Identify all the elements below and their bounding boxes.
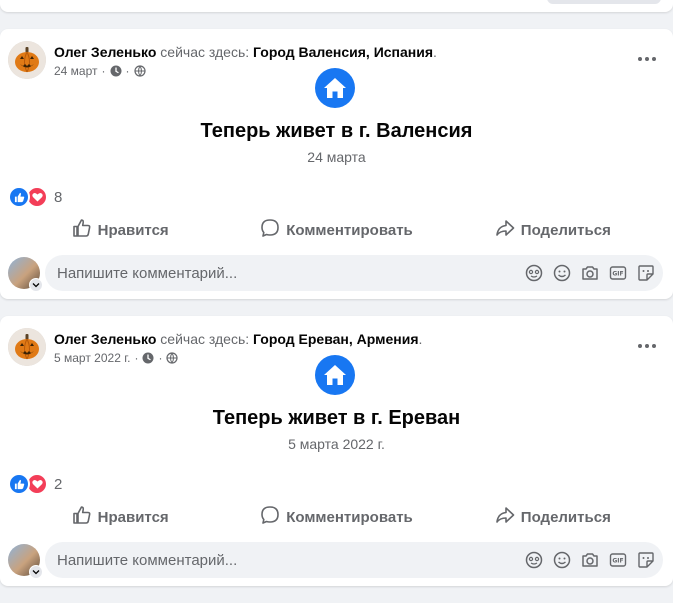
home-icon xyxy=(315,68,355,108)
like-reaction-icon xyxy=(8,186,30,208)
svg-text:GIF: GIF xyxy=(612,271,623,278)
comment-bubble-icon xyxy=(260,218,280,242)
sticker-icon[interactable] xyxy=(635,549,657,571)
share-button[interactable]: Поделиться xyxy=(445,502,661,532)
place-end: . xyxy=(418,331,423,347)
svg-text:GIF: GIF xyxy=(612,558,623,565)
clock-icon xyxy=(142,352,154,364)
post-meta: 24 март · · xyxy=(54,63,146,79)
comment-label: Комментировать xyxy=(286,221,413,239)
emoji-icon[interactable] xyxy=(551,262,573,284)
reaction-count[interactable]: 2 xyxy=(54,476,62,493)
avatar-sticker-icon[interactable] xyxy=(523,262,545,284)
gif-icon[interactable]: GIF xyxy=(607,262,629,284)
like-label: Нравится xyxy=(97,221,169,239)
globe-icon[interactable] xyxy=(133,65,146,77)
life-event-title: Теперь живет в г. Валенсия xyxy=(200,120,473,142)
share-label: Поделиться xyxy=(520,221,611,239)
life-event-date: 24 марта xyxy=(307,149,366,165)
meta-separator: · xyxy=(125,64,130,78)
home-icon xyxy=(315,355,355,395)
meta-separator: · xyxy=(101,64,106,78)
reactions-summary[interactable]: 8 xyxy=(8,186,62,208)
comment-label: Комментировать xyxy=(286,508,413,526)
place-link[interactable]: Город Ереван, Армения xyxy=(253,331,418,347)
like-reaction-icon xyxy=(8,473,30,495)
post-header: Олег Зеленько сейчас здесь: Город Валенс… xyxy=(54,43,437,61)
comment-input[interactable]: Напишите комментарий... GIF xyxy=(45,255,663,291)
like-button[interactable]: Нравится xyxy=(12,215,228,245)
comment-composer: Напишите комментарий... GIF xyxy=(8,542,663,579)
reaction-count[interactable]: 8 xyxy=(54,189,62,206)
place-link[interactable]: Город Валенсия, Испания xyxy=(253,44,433,60)
post-card: Олег Зеленько сейчас здесь: Город Валенс… xyxy=(0,29,673,299)
comment-input[interactable]: Напишите комментарий... GIF xyxy=(45,542,663,578)
post-actions: Нравится Комментировать Поделиться xyxy=(12,502,661,532)
like-button[interactable]: Нравится xyxy=(12,502,228,532)
pumpkin-avatar-icon[interactable] xyxy=(8,328,46,366)
checkin-text: сейчас здесь: xyxy=(156,331,254,347)
share-button[interactable]: Поделиться xyxy=(445,215,661,245)
share-arrow-icon xyxy=(495,218,515,242)
comment-placeholder: Напишите комментарий... xyxy=(57,551,238,569)
avatar-sticker-icon[interactable] xyxy=(523,549,545,571)
comment-placeholder: Напишите комментарий... xyxy=(57,264,238,282)
share-arrow-icon xyxy=(495,505,515,529)
thumbs-up-icon xyxy=(72,218,92,242)
reactions-summary[interactable]: 2 xyxy=(8,473,62,495)
emoji-icon[interactable] xyxy=(551,549,573,571)
comment-composer: Напишите комментарий... GIF xyxy=(8,255,663,292)
place-end: . xyxy=(433,44,437,60)
post-header: Олег Зеленько сейчас здесь: Город Ереван… xyxy=(54,330,422,348)
author-name[interactable]: Олег Зеленько xyxy=(54,331,156,347)
user-avatar[interactable] xyxy=(8,544,43,579)
post-date[interactable]: 24 март xyxy=(54,63,98,79)
comment-button[interactable]: Комментировать xyxy=(228,215,444,245)
previous-post-card xyxy=(0,0,673,12)
more-dots-icon[interactable] xyxy=(635,51,659,67)
checkin-text: сейчас здесь: xyxy=(156,44,254,60)
camera-icon[interactable] xyxy=(579,549,601,571)
post-meta: 5 март 2022 г. · · xyxy=(54,350,179,366)
meta-separator: · xyxy=(134,351,139,365)
clock-icon xyxy=(110,65,122,77)
gif-icon[interactable]: GIF xyxy=(607,549,629,571)
post-card: Олег Зеленько сейчас здесь: Город Ереван… xyxy=(0,316,673,586)
pumpkin-avatar-icon[interactable] xyxy=(8,41,46,79)
globe-icon[interactable] xyxy=(166,352,179,364)
meta-separator: · xyxy=(158,351,163,365)
chevron-down-icon[interactable] xyxy=(29,278,43,292)
more-dots-icon[interactable] xyxy=(635,338,659,354)
previous-post-button[interactable] xyxy=(547,0,661,4)
comment-tools: GIF xyxy=(523,262,657,284)
comment-tools: GIF xyxy=(523,549,657,571)
thumbs-up-icon xyxy=(72,505,92,529)
comment-bubble-icon xyxy=(260,505,280,529)
chevron-down-icon[interactable] xyxy=(29,565,43,579)
like-label: Нравится xyxy=(97,508,169,526)
life-event-title: Теперь живет в г. Ереван xyxy=(212,407,461,429)
camera-icon[interactable] xyxy=(579,262,601,284)
user-avatar[interactable] xyxy=(8,257,43,292)
comment-button[interactable]: Комментировать xyxy=(228,502,444,532)
share-label: Поделиться xyxy=(520,508,611,526)
sticker-icon[interactable] xyxy=(635,262,657,284)
life-event-date: 5 марта 2022 г. xyxy=(288,436,385,452)
post-actions: Нравится Комментировать Поделиться xyxy=(12,215,661,245)
author-name[interactable]: Олег Зеленько xyxy=(54,44,156,60)
post-date[interactable]: 5 март 2022 г. xyxy=(54,350,130,366)
